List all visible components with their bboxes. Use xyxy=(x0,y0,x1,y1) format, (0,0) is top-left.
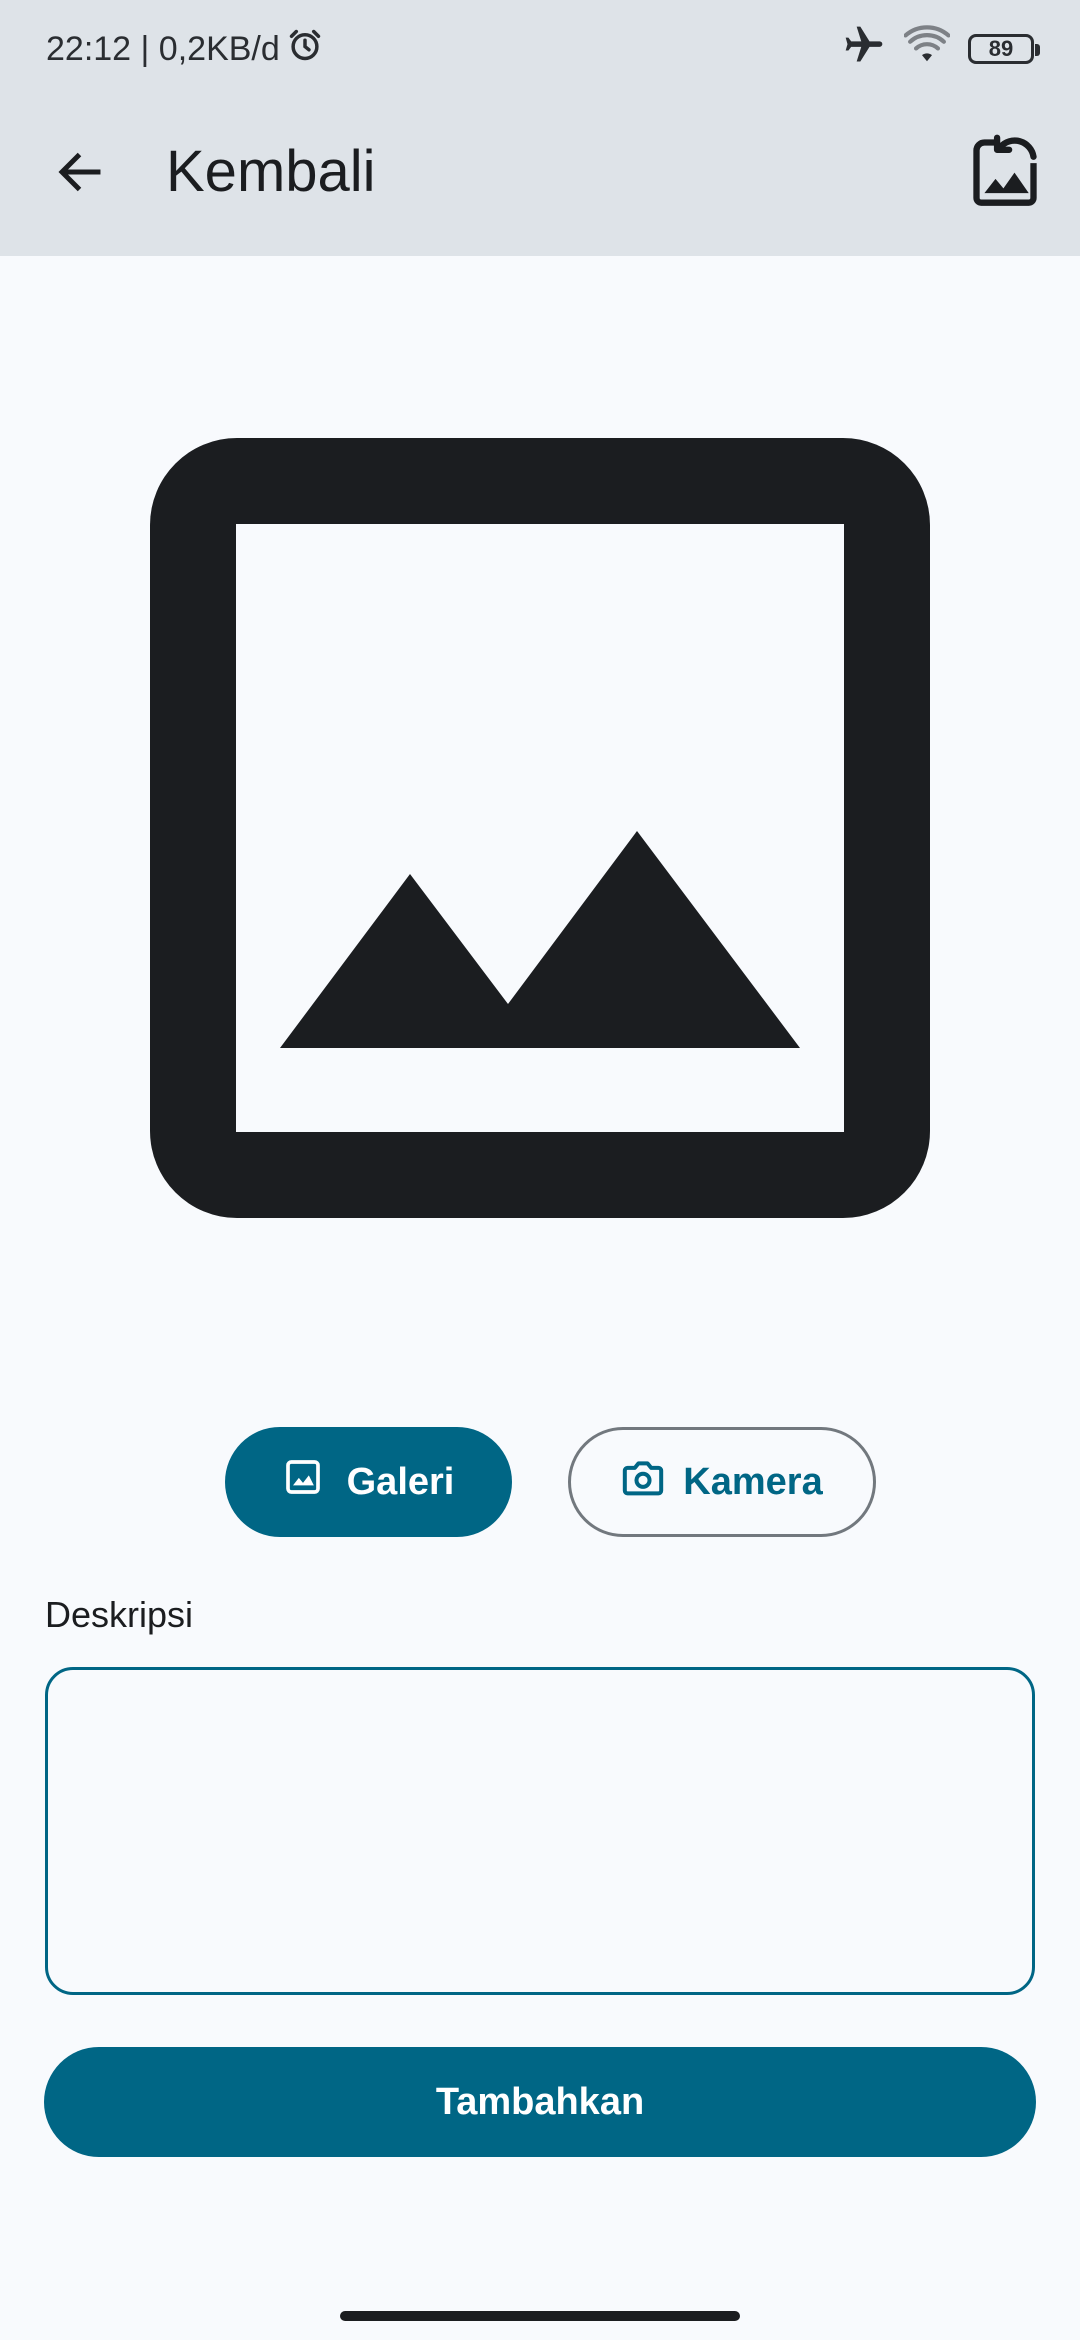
image-preview xyxy=(150,438,930,1218)
wifi-icon xyxy=(903,24,951,74)
back-button[interactable] xyxy=(40,134,120,214)
add-button[interactable]: Tambahkan xyxy=(44,2047,1036,2157)
camera-icon xyxy=(621,1457,665,1507)
battery-level: 89 xyxy=(988,36,1014,61)
gallery-button[interactable]: Galeri xyxy=(225,1427,512,1537)
app-bar: Kembali xyxy=(0,98,1080,256)
alarm-icon xyxy=(286,26,324,73)
gesture-nav-bar[interactable] xyxy=(340,2311,740,2321)
image-placeholder-icon xyxy=(150,438,930,1222)
image-icon xyxy=(283,1457,323,1507)
battery-icon: 89 xyxy=(968,34,1040,64)
reset-image-button[interactable] xyxy=(960,128,1050,218)
airplane-icon xyxy=(842,23,886,76)
camera-label: Kamera xyxy=(683,1460,823,1503)
image-reset-icon xyxy=(967,133,1043,214)
camera-button[interactable]: Kamera xyxy=(568,1427,876,1537)
status-bar: 22:12 | 0,2KB/d 89 xyxy=(0,0,1080,98)
arrow-left-icon xyxy=(53,145,107,204)
description-field[interactable] xyxy=(45,1667,1035,1995)
source-button-row: Galeri Kamera xyxy=(0,1427,1080,1537)
page-title: Kembali xyxy=(166,139,376,204)
status-left: 22:12 | 0,2KB/d xyxy=(46,26,324,73)
status-right: 89 xyxy=(842,23,1040,76)
add-button-label: Tambahkan xyxy=(435,2080,645,2123)
status-time-speed: 22:12 | 0,2KB/d xyxy=(46,29,280,68)
description-label: Deskripsi xyxy=(45,1594,194,1635)
gallery-label: Galeri xyxy=(346,1460,455,1503)
